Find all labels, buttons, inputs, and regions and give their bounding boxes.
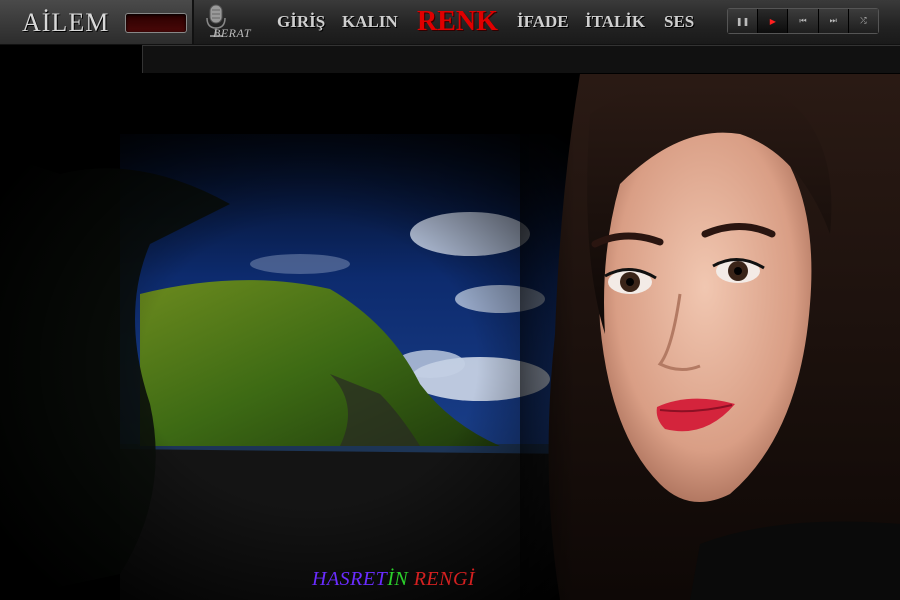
nav-ifade[interactable]: İFADE xyxy=(517,12,569,32)
nav-renk[interactable]: RENK xyxy=(417,6,498,38)
shuffle-button[interactable]: ⤮ xyxy=(848,9,879,33)
brand-title: AİLEM xyxy=(22,8,110,37)
nav-kalin[interactable]: KALIN xyxy=(342,12,398,32)
brand-color-field[interactable] xyxy=(125,13,187,33)
scene-illustration xyxy=(0,74,900,600)
caption-part-3: RENGİ xyxy=(408,568,476,590)
media-player-controls: ❚❚ ▶ ⏮ ⏭ ⤮ xyxy=(727,8,879,34)
nav-giris[interactable]: GİRİŞ xyxy=(277,12,325,32)
shuffle-icon: ⤮ xyxy=(860,16,867,25)
next-icon: ⏭ xyxy=(829,16,837,25)
nav-ses[interactable]: SES xyxy=(664,12,694,32)
caption-part-1: HASRET xyxy=(312,568,388,590)
previous-icon: ⏮ xyxy=(799,16,807,25)
previous-button[interactable]: ⏮ xyxy=(788,9,819,33)
pause-icon: ❚❚ xyxy=(735,16,750,26)
sub-toolbar xyxy=(142,45,900,73)
pause-button[interactable]: ❚❚ xyxy=(728,9,759,33)
brand-panel: AİLEM xyxy=(0,0,194,44)
nav-italik[interactable]: İTALİK xyxy=(585,12,645,32)
caption-text: HASRETİN RENGİ xyxy=(312,568,475,591)
microphone-logo: BERAT xyxy=(203,4,265,40)
mic-label: BERAT xyxy=(213,26,252,40)
next-button[interactable]: ⏭ xyxy=(818,9,849,33)
top-bar: AİLEM BERAT GİRİŞ KALIN RENK İFADE İTALİ… xyxy=(0,0,900,45)
caption-part-2: İN xyxy=(387,568,409,590)
play-button[interactable]: ▶ xyxy=(758,9,789,33)
background-scene xyxy=(0,74,900,600)
play-icon: ▶ xyxy=(769,16,776,26)
